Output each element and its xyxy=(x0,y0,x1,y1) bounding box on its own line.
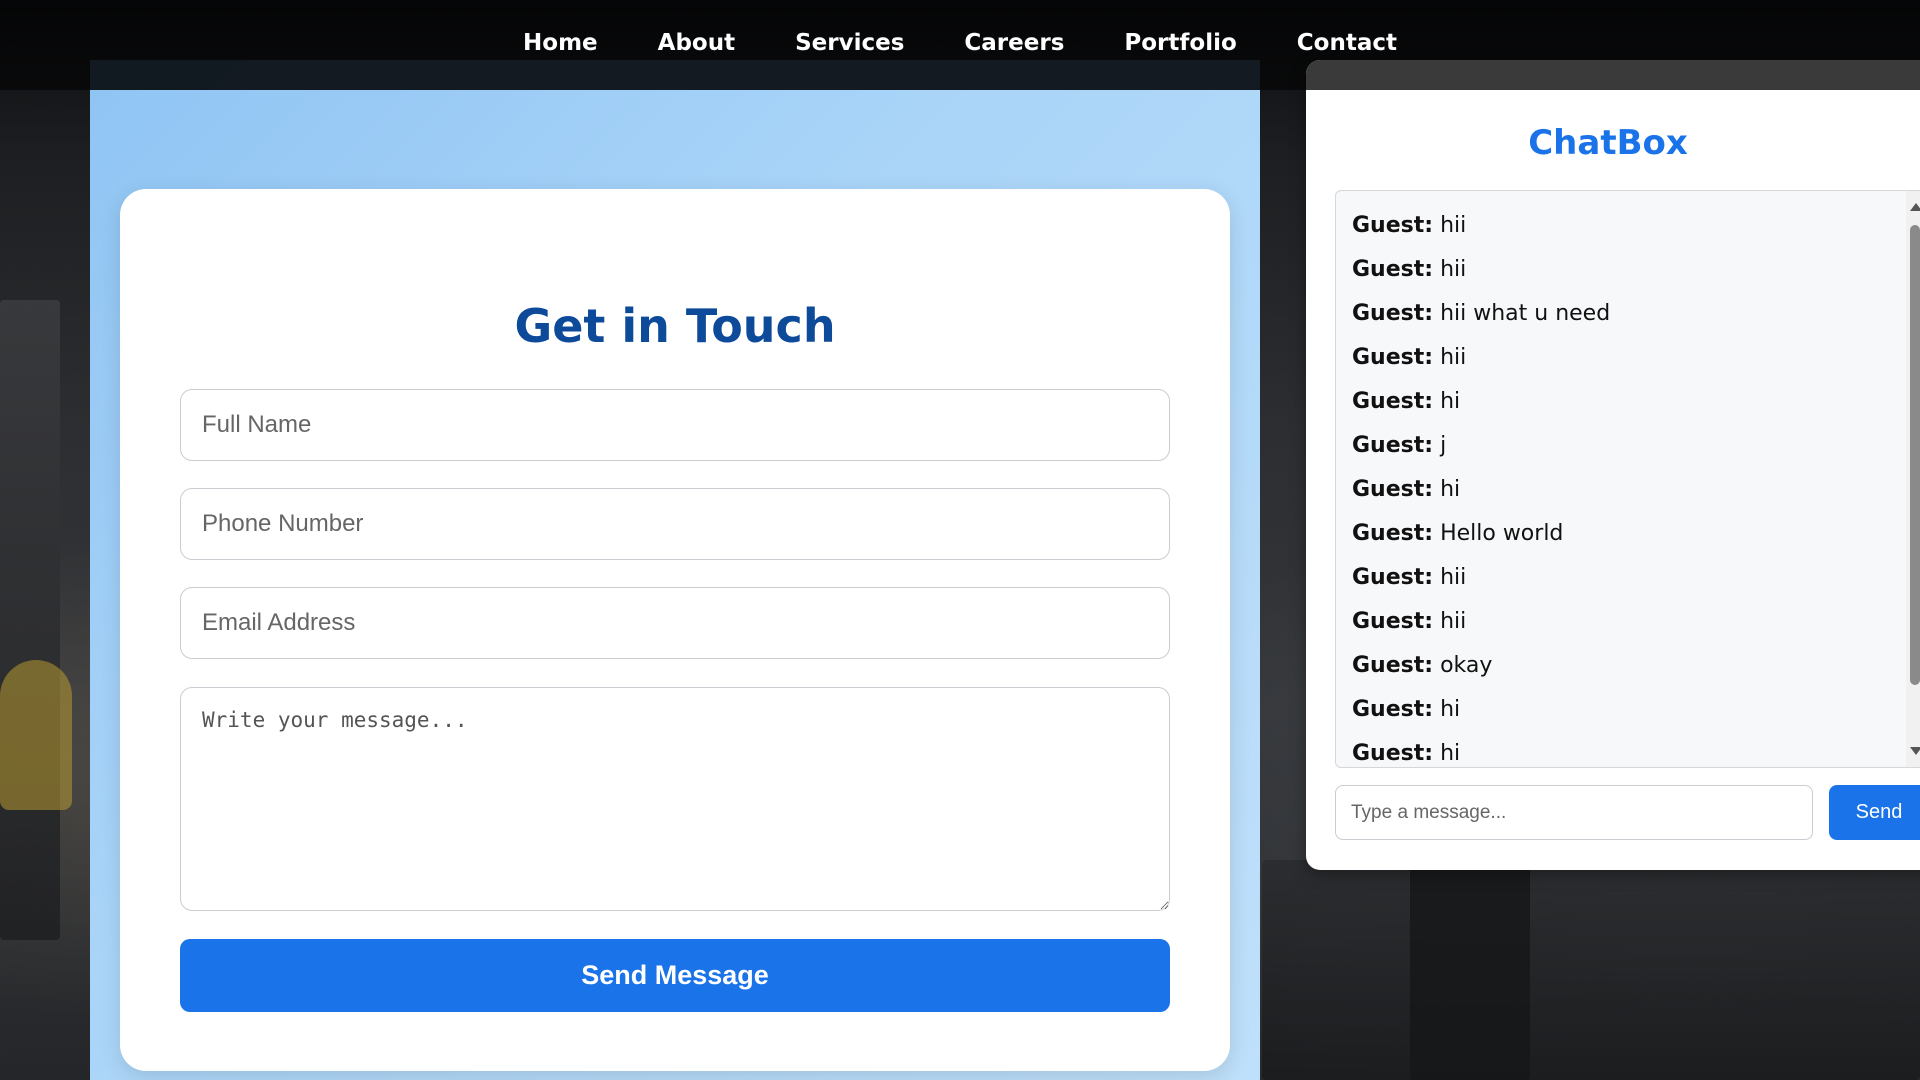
chat-message-sender: Guest: xyxy=(1352,257,1434,282)
chat-message-text: j xyxy=(1440,433,1447,458)
nav-link-contact[interactable]: Contact xyxy=(1297,30,1397,56)
phone-number-input[interactable] xyxy=(180,488,1170,560)
chat-message: Guest: hii xyxy=(1352,556,1920,600)
chat-message-text: hii what u need xyxy=(1440,301,1611,326)
background-photo-column xyxy=(0,300,60,940)
chat-message-sender: Guest: xyxy=(1352,213,1434,238)
chat-message-text: hii xyxy=(1440,257,1467,282)
chat-message-sender: Guest: xyxy=(1352,521,1434,546)
chat-message: Guest: hii xyxy=(1352,248,1920,292)
chat-message: Guest: hii xyxy=(1352,600,1920,644)
nav-link-home[interactable]: Home xyxy=(523,30,598,56)
chat-send-button[interactable]: Send xyxy=(1829,785,1920,840)
chat-message-text: hii xyxy=(1440,345,1467,370)
chat-message-sender: Guest: xyxy=(1352,477,1434,502)
chat-message: Guest: okay xyxy=(1352,644,1920,688)
chat-message-text: hi xyxy=(1440,389,1461,414)
chat-message: Guest: hii xyxy=(1352,204,1920,248)
chat-message-sender: Guest: xyxy=(1352,609,1434,634)
message-textarea[interactable] xyxy=(180,687,1170,911)
chat-messages-area[interactable]: Guest: hii Guest: hii Guest: hii what u … xyxy=(1335,190,1920,768)
chat-message: Guest: hi xyxy=(1352,380,1920,424)
nav-link-services[interactable]: Services xyxy=(795,30,904,56)
chat-message: Guest: Hello world xyxy=(1352,512,1920,556)
chat-message-sender: Guest: xyxy=(1352,741,1434,766)
chat-message-sender: Guest: xyxy=(1352,345,1434,370)
chat-message-text: hii xyxy=(1440,213,1467,238)
form-title: Get in Touch xyxy=(514,299,836,353)
chat-message-text: hii xyxy=(1440,565,1467,590)
chatbox-title-text: ChatBox xyxy=(1528,123,1688,163)
chat-message-sender: Guest: xyxy=(1352,565,1434,590)
chat-message-sender: Guest: xyxy=(1352,697,1434,722)
chat-message: Guest: hii what u need xyxy=(1352,292,1920,336)
chat-message-sender: Guest: xyxy=(1352,433,1434,458)
chat-message: Guest: hi xyxy=(1352,688,1920,732)
chat-message-text: hi xyxy=(1440,477,1461,502)
chat-message-text: hi xyxy=(1440,741,1461,766)
chat-message: Guest: hi xyxy=(1352,468,1920,512)
chat-message-input[interactable] xyxy=(1335,785,1813,840)
background-photo-person xyxy=(0,660,72,810)
chat-message-text: Hello world xyxy=(1440,521,1564,546)
nav-link-about[interactable]: About xyxy=(658,30,735,56)
chatbox-panel: ChatBox Guest: hii Guest: hii Guest: hii… xyxy=(1306,60,1920,870)
chatbox-title: ChatBox xyxy=(1306,120,1920,166)
chat-message-text: hi xyxy=(1440,697,1461,722)
chat-message: Guest: hii xyxy=(1352,336,1920,380)
email-address-input[interactable] xyxy=(180,587,1170,659)
chat-message-text: hii xyxy=(1440,609,1467,634)
background-photo-pillar xyxy=(1410,860,1530,1080)
scroll-up-arrow-icon[interactable] xyxy=(1910,203,1920,211)
contact-section: Get in Touch Send Message xyxy=(90,60,1260,1080)
chat-message-sender: Guest: xyxy=(1352,301,1434,326)
chat-message: Guest: hi xyxy=(1352,732,1920,767)
nav-list: Home About Services Careers Portfolio Co… xyxy=(493,0,1427,56)
nav-link-careers[interactable]: Careers xyxy=(964,30,1064,56)
send-message-button[interactable]: Send Message xyxy=(180,939,1170,1012)
scroll-down-arrow-icon[interactable] xyxy=(1910,747,1920,755)
contact-form: Get in Touch Send Message xyxy=(120,189,1230,1071)
chat-message-text: okay xyxy=(1440,653,1493,678)
nav-link-portfolio[interactable]: Portfolio xyxy=(1124,30,1236,56)
chatbox-topbar xyxy=(1306,60,1920,90)
scrollbar-thumb[interactable] xyxy=(1910,225,1920,685)
chat-scrollbar[interactable] xyxy=(1906,191,1920,767)
full-name-input[interactable] xyxy=(180,389,1170,461)
chat-message: Guest: j xyxy=(1352,424,1920,468)
chat-message-sender: Guest: xyxy=(1352,389,1434,414)
chat-message-sender: Guest: xyxy=(1352,653,1434,678)
chat-message-list: Guest: hii Guest: hii Guest: hii what u … xyxy=(1336,191,1920,767)
background-photo-desk xyxy=(1262,860,1920,1080)
